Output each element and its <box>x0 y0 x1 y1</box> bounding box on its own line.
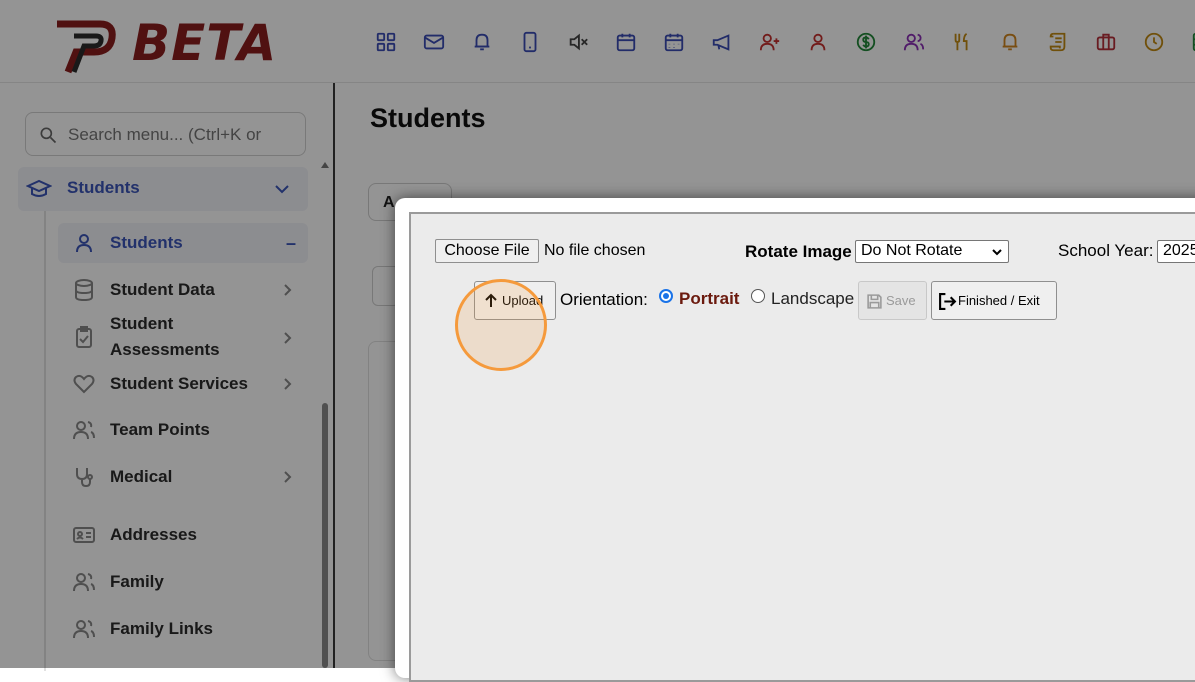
rotate-image-label: Rotate Image <box>745 242 852 261</box>
save-button[interactable]: Save <box>858 281 927 320</box>
photo-upload-modal: Choose File No file chosen Rotate Image … <box>395 198 1195 682</box>
choose-file-button[interactable]: Choose File <box>435 239 539 263</box>
portrait-radio[interactable] <box>659 289 673 303</box>
rotate-image-value: Do Not Rotate <box>861 242 963 259</box>
save-label: Save <box>886 293 916 308</box>
school-year-select[interactable]: 2025 <box>1157 240 1195 263</box>
save-icon <box>867 294 882 309</box>
school-year-label: School Year: <box>1058 241 1154 260</box>
landscape-label: Landscape <box>771 289 855 308</box>
finished-exit-label: Finished / Exit <box>958 293 1040 308</box>
file-status-text: No file chosen <box>544 242 646 259</box>
finished-exit-button[interactable]: Finished / Exit <box>931 281 1057 320</box>
rotate-image-select[interactable]: Do Not Rotate <box>855 240 1009 263</box>
chevron-down-icon <box>992 249 1002 256</box>
portrait-label: Portrait <box>679 289 740 308</box>
upload-frame: Choose File No file chosen Rotate Image … <box>409 212 1195 682</box>
click-highlight-ring <box>455 279 547 371</box>
school-year-value: 2025 <box>1163 242 1195 259</box>
orientation-label: Orientation: <box>560 290 648 309</box>
exit-icon <box>939 293 957 310</box>
landscape-radio[interactable] <box>751 289 765 303</box>
